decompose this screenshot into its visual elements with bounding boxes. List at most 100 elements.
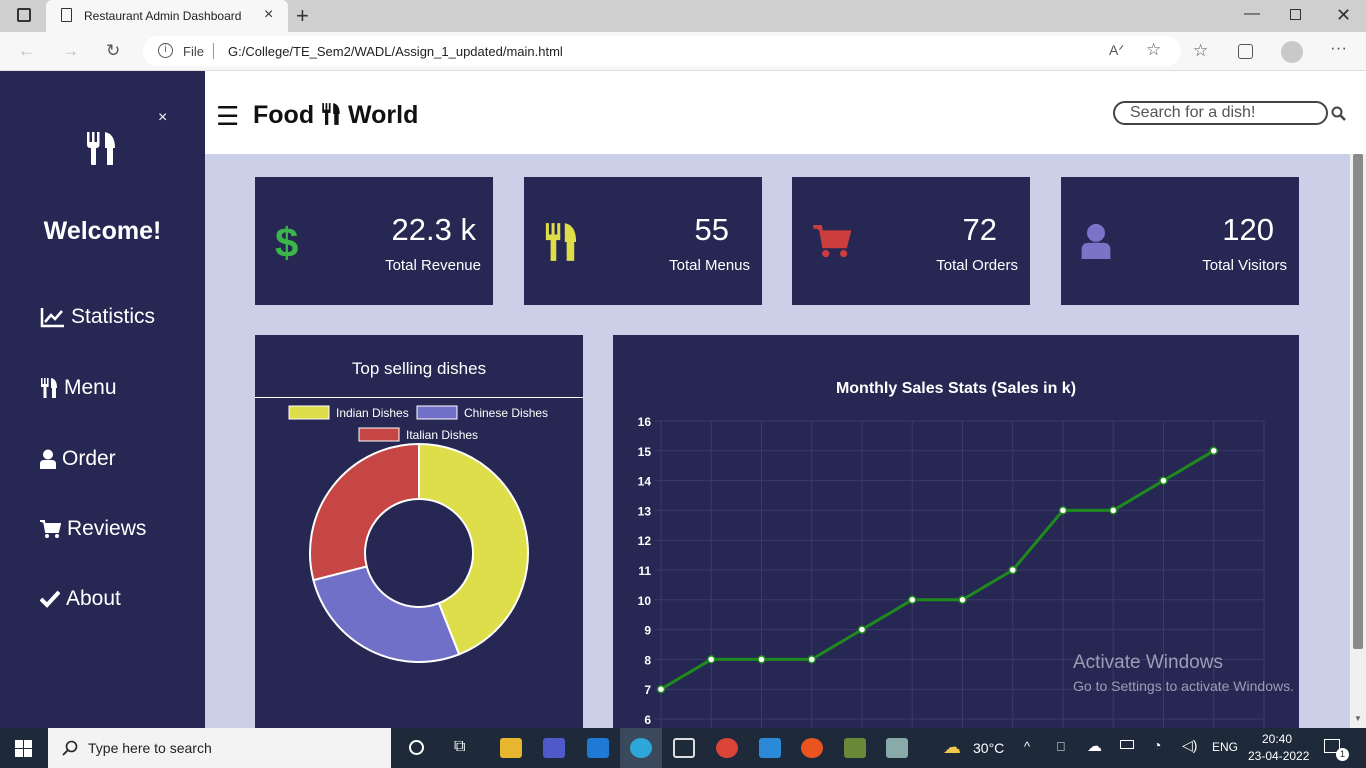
tab-actions-icon[interactable] <box>17 8 31 22</box>
hamburger-menu-icon[interactable]: ☰ <box>216 101 239 132</box>
task-view-icon[interactable]: ⧉ <box>454 738 465 756</box>
close-tab-icon[interactable]: × <box>264 6 273 24</box>
favorite-add-icon[interactable]: ☆ <box>1146 40 1161 60</box>
utensils-icon <box>545 223 577 261</box>
y-tick-label: 7 <box>644 683 651 697</box>
cart-icon <box>40 519 61 538</box>
taskbar-search-placeholder: Type here to search <box>88 740 212 756</box>
mail-icon[interactable] <box>587 738 609 758</box>
volume-icon[interactable]: ◁) <box>1182 737 1197 754</box>
battery-icon[interactable] <box>1120 740 1134 749</box>
new-tab-icon[interactable]: + <box>296 3 309 29</box>
top-selling-panel: Top selling dishes Indian Dishes Chinese … <box>255 335 583 728</box>
sidebar-item-order[interactable]: Order <box>40 447 116 471</box>
weather-icon[interactable]: ☁ <box>943 737 961 758</box>
top-header: ☰ Food World <box>205 71 1366 154</box>
legend-swatch <box>288 405 330 420</box>
check-icon <box>40 590 60 608</box>
y-tick-label: 6 <box>644 713 651 727</box>
utensils-logo-icon <box>87 132 115 165</box>
pie-slice <box>312 565 461 663</box>
stat-card-visitors: 120 Total Visitors <box>1061 177 1299 305</box>
dollar-icon: $ <box>275 221 298 263</box>
sidebar-item-menu[interactable]: Menu <box>40 376 117 400</box>
teams-icon[interactable] <box>543 738 565 758</box>
search-icon[interactable] <box>1331 106 1346 121</box>
y-tick-label: 8 <box>644 653 651 667</box>
data-point <box>707 655 716 664</box>
restore-icon[interactable] <box>1290 9 1301 20</box>
search-icon <box>62 740 78 756</box>
forward-icon[interactable]: → <box>62 41 79 61</box>
onedrive-icon[interactable]: ☁ <box>1087 737 1102 755</box>
virtualbox-icon[interactable] <box>673 738 695 758</box>
more-options-icon[interactable]: ··· <box>1330 38 1347 58</box>
data-point <box>857 625 867 634</box>
app-icon[interactable] <box>844 738 866 758</box>
profile-avatar[interactable] <box>1281 41 1303 63</box>
sidebar-close-icon[interactable]: × <box>158 109 167 127</box>
file-explorer-icon[interactable] <box>500 738 522 758</box>
url-scheme: File <box>183 44 204 59</box>
back-icon[interactable]: ← <box>18 41 35 61</box>
sidebar-item-reviews[interactable]: Reviews <box>40 517 146 541</box>
y-tick-label: 15 <box>638 445 652 459</box>
brand-title: Food World <box>253 101 418 130</box>
app-icon[interactable] <box>886 738 908 758</box>
cart-icon <box>813 225 852 258</box>
stat-label: Total Visitors <box>1202 257 1287 274</box>
pie-slice <box>309 442 420 582</box>
data-point <box>656 684 666 694</box>
sidebar-item-label: Reviews <box>67 517 147 540</box>
divider <box>213 43 214 59</box>
taskbar-search-box[interactable]: Type here to search <box>48 728 391 768</box>
welcome-heading: Welcome! <box>43 217 162 245</box>
chrome-icon[interactable] <box>716 738 738 758</box>
refresh-icon[interactable]: ↻ <box>106 41 120 61</box>
ubuntu-icon[interactable] <box>801 738 823 758</box>
sidebar-item-statistics[interactable]: Statistics <box>40 305 155 329</box>
stat-label: Total Revenue <box>385 257 481 274</box>
y-tick-label: 11 <box>638 564 651 578</box>
scroll-down-icon[interactable]: ▼ <box>1354 714 1362 723</box>
main-content: $ 22.3 k Total Revenue 55 Total Menus 72… <box>205 154 1350 728</box>
sidebar: × Welcome! Statistics Menu Order Reviews… <box>0 71 205 728</box>
legend-label: Italian Dishes <box>406 428 478 442</box>
windows-taskbar: Type here to search ⧉ ☁ 30°C ^ ⎕ ☁ ◔ ◁) … <box>0 728 1366 768</box>
chart-line-icon <box>40 308 64 328</box>
tab-title: Restaurant Admin Dashboard <box>84 9 242 23</box>
collections-icon[interactable] <box>1238 44 1253 59</box>
stat-card-orders: 72 Total Orders <box>792 177 1030 305</box>
sidebar-item-label: Menu <box>64 376 117 399</box>
cortana-icon[interactable] <box>409 740 424 755</box>
svg-text:$: $ <box>275 221 298 263</box>
language[interactable]: ENG <box>1212 740 1238 754</box>
sidebar-item-label: Order <box>62 447 116 470</box>
sidebar-item-label: Statistics <box>71 305 156 328</box>
brand-text-world: World <box>348 101 419 129</box>
vscode-icon[interactable] <box>759 738 781 758</box>
read-aloud-icon[interactable]: Aᐟ <box>1109 42 1124 59</box>
utensils-brand-icon <box>322 103 340 125</box>
notification-badge: 1 <box>1336 748 1349 761</box>
tray-icon[interactable]: ⎕ <box>1057 739 1065 755</box>
favorites-icon[interactable]: ☆ <box>1193 41 1208 61</box>
windows-start-icon[interactable] <box>15 740 32 757</box>
address-bar[interactable]: i File G:/College/TE_Sem2/WADL/Assign_1_… <box>143 36 1181 66</box>
dish-search-input[interactable] <box>1113 101 1328 125</box>
page-scrollbar[interactable]: ▼ <box>1350 154 1366 728</box>
wifi-icon[interactable]: ◔ <box>1153 737 1161 753</box>
legend-swatch <box>358 427 400 442</box>
window-close-icon[interactable]: ✕ <box>1336 5 1351 26</box>
chevron-up-icon[interactable]: ^ <box>1024 739 1030 754</box>
scrollbar-thumb[interactable] <box>1353 154 1363 649</box>
edge-icon[interactable] <box>630 738 652 758</box>
browser-tab[interactable]: Restaurant Admin Dashboard × <box>46 0 288 32</box>
info-icon[interactable]: i <box>158 43 173 58</box>
sidebar-item-about[interactable]: About <box>40 587 121 611</box>
minimize-icon[interactable]: — <box>1244 5 1260 23</box>
user-icon <box>1081 223 1111 259</box>
clock-time[interactable]: 20:40 <box>1262 732 1292 746</box>
clock-date[interactable]: 23-04-2022 <box>1248 749 1309 763</box>
data-point <box>1209 446 1218 456</box>
